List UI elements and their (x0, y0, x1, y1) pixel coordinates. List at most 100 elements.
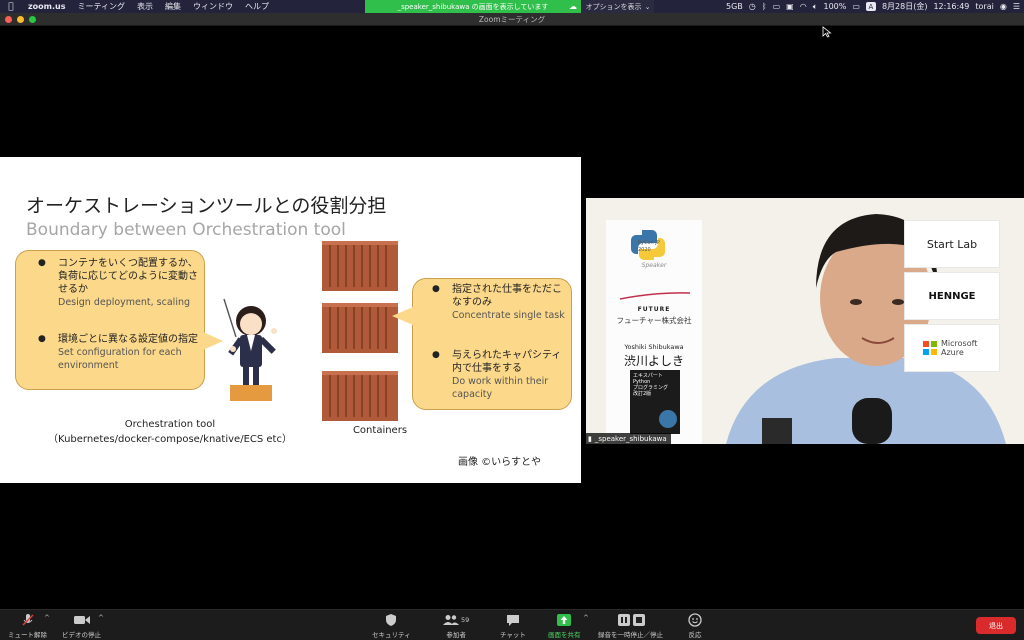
cloud-icon: ☁ (569, 2, 577, 11)
container-icon (322, 371, 398, 421)
battery-percentage: 100% (823, 2, 847, 11)
share-banner-text: _speaker_shibukawa の画面を表示しています (397, 2, 549, 11)
display-icon[interactable]: ▣ (786, 2, 794, 11)
menu-view[interactable]: 表示 (131, 1, 159, 12)
speaker-name-ja: 渋川よしき (623, 354, 684, 368)
containers-caption: Containers (352, 425, 408, 436)
share-screen-label: 画面を共有 (548, 631, 581, 639)
user-name[interactable]: torai (975, 2, 993, 11)
shared-screen-slide: オーケストレーションツールとの役割分担 Boundary between Orc… (0, 157, 581, 483)
stop-video-button[interactable]: ビデオの停止 (62, 612, 101, 639)
screen-share-banner[interactable]: _speaker_shibukawa の画面を表示しています ☁ (365, 0, 581, 13)
volume-icon[interactable]: 🔈︎ (813, 2, 818, 12)
orchestration-caption-line2: （Kubernetes/docker-compose/knative/ECS e… (48, 434, 292, 445)
image-credit: 画像 ©いらすとや (458, 457, 541, 468)
book-title-line4: 改訂2版 (633, 391, 652, 397)
unmute-button[interactable]: ミュート解除 (8, 612, 47, 639)
leave-meeting-button[interactable]: 退出 (976, 617, 1016, 634)
orchestration-bullet-2: ● 環境ごとに異なる設定値の指定 Set configuration for e… (38, 333, 198, 372)
bullet-text-en: Do work within their capacity (452, 376, 549, 400)
storage-indicator[interactable]: 5GB (726, 2, 743, 11)
container-icon (322, 303, 398, 353)
bluetooth-icon[interactable]: ᛒ (762, 2, 767, 11)
menu-help[interactable]: ヘルプ (239, 1, 275, 12)
video-options-chevron-icon[interactable]: ^ (98, 614, 104, 622)
security-button[interactable]: セキュリティ (372, 612, 411, 639)
future-swoosh (620, 292, 690, 300)
window-title-bar: Zoomミーティング (0, 13, 1024, 26)
security-label: セキュリティ (372, 631, 411, 639)
participant-count: 59 (461, 616, 470, 624)
bullet-dot: ● (38, 334, 46, 344)
orchestration-caption: Orchestration tool （Kubernetes/docker-co… (40, 419, 300, 445)
chevron-down-icon: ⌄ (644, 2, 651, 11)
shield-icon (385, 612, 397, 628)
reactions-label: 反応 (688, 631, 702, 639)
battery-icon[interactable]: ▭ (852, 2, 860, 11)
wifi-icon[interactable]: ◠ (800, 2, 807, 11)
time-machine-icon[interactable]: ◷ (749, 2, 756, 11)
signal-bars-icon: ▮ (588, 434, 592, 443)
siri-icon[interactable]: ◉ (1000, 2, 1007, 11)
company-logo: FUTURE (637, 306, 671, 313)
bullet-dot: ● (38, 258, 46, 268)
participant-name-tag: ▮ _speaker_shibukawa (586, 433, 671, 444)
status-area: 5GB ◷ ᛒ ▭ ▣ ◠ 🔈︎ 100% ▭ A 8月28日(金) 12:16… (726, 0, 1020, 13)
leave-meeting-label: 退出 (989, 621, 1003, 630)
company-name: フューチャー株式会社 (616, 316, 692, 325)
share-options-chevron-icon[interactable]: ^ (583, 614, 589, 622)
sponsor-hennge-label: HENNGE (928, 290, 976, 302)
bullet-text-ja: 環境ごとに異なる設定値の指定 (58, 334, 198, 345)
microsoft-logo-icon (923, 341, 937, 355)
clock-display[interactable]: 12:16:49 (933, 2, 969, 11)
meeting-toolbar: ミュート解除 ^ ビデオの停止 ^ セキュリティ 59 参加者 チャット 画面を… (0, 609, 1024, 640)
orchestration-bullet-1: ● コンテナをいくつ配置するか、負荷に応じてどのように変動させるか Design… (38, 257, 198, 309)
sponsor-microsoft-label: Microsoft (941, 339, 978, 348)
speaker-video[interactable]: PyCon JP 2020 Speaker FUTURE フューチャー株式会社 … (586, 198, 1024, 444)
pycon-label-line1: PyCon JP (638, 240, 660, 246)
unmute-label: ミュート解除 (8, 631, 47, 639)
control-center-icon[interactable]: ☰ (1013, 2, 1020, 11)
bullet-dot: ● (432, 284, 440, 294)
menu-app-name[interactable]: zoom.us (22, 2, 71, 11)
participants-icon: 59 (443, 612, 469, 628)
share-screen-button[interactable]: 画面を共有 (548, 612, 581, 639)
menu-window[interactable]: ウィンドウ (187, 1, 239, 12)
menu-edit[interactable]: 編集 (159, 1, 187, 12)
orchestration-caption-line1: Orchestration tool (124, 419, 216, 430)
sponsor-microsoft-azure: Microsoft Azure (904, 324, 1000, 372)
python-logo-icon (631, 230, 665, 260)
containers-bubble-tail (392, 307, 413, 325)
pycon-label-line2: 2020 (638, 247, 651, 253)
airplay-icon[interactable]: ▭ (773, 2, 781, 11)
sponsor-startlab-label: Start Lab (926, 237, 978, 251)
participants-label: 参加者 (446, 631, 466, 639)
audio-options-chevron-icon[interactable]: ^ (44, 614, 50, 622)
view-options-label: オプションを表示 (585, 2, 642, 11)
chat-button[interactable]: チャット (500, 612, 526, 639)
chat-label: チャット (500, 631, 526, 639)
view-options-button[interactable]: オプションを表示 ⌄ (582, 0, 654, 13)
speaker-role-label: Speaker (641, 262, 667, 269)
sponsor-startlab: Start Lab (904, 220, 1000, 268)
smiley-icon (688, 612, 702, 628)
sponsor-azure-label: Azure (941, 348, 964, 357)
chat-bubble-icon (506, 612, 520, 628)
input-method-indicator[interactable]: A (865, 2, 876, 11)
slide-title-ja: オーケストレーションツールとの役割分担 (26, 195, 387, 217)
conductor-illustration (223, 298, 277, 401)
recording-controls-icon (616, 612, 646, 628)
date-display[interactable]: 8月28日(金) (882, 1, 928, 12)
bullet-text-ja: 指定された仕事をただこなすのみ (452, 284, 562, 308)
window-title: Zoomミーティング (478, 15, 546, 24)
bullet-text-en: Set configuration for each environment (58, 347, 182, 371)
book-cover: エキスパート Python プログラミング 改訂2版 (630, 370, 680, 434)
speaker-info-panel: PyCon JP 2020 Speaker FUTURE フューチャー株式会社 … (606, 220, 702, 444)
participants-button[interactable]: 59 参加者 (443, 612, 469, 639)
pause-stop-recording-button[interactable]: 録音を一時停止／停止 (598, 612, 663, 639)
menu-meeting[interactable]: ミーティング (71, 1, 131, 12)
containers-bullet-1: ● 指定された仕事をただこなすのみ Concentrate single tas… (432, 283, 566, 322)
reactions-button[interactable]: 反応 (688, 612, 702, 639)
apple-icon[interactable]:  (0, 2, 22, 12)
microphone-muted-icon (21, 612, 35, 628)
